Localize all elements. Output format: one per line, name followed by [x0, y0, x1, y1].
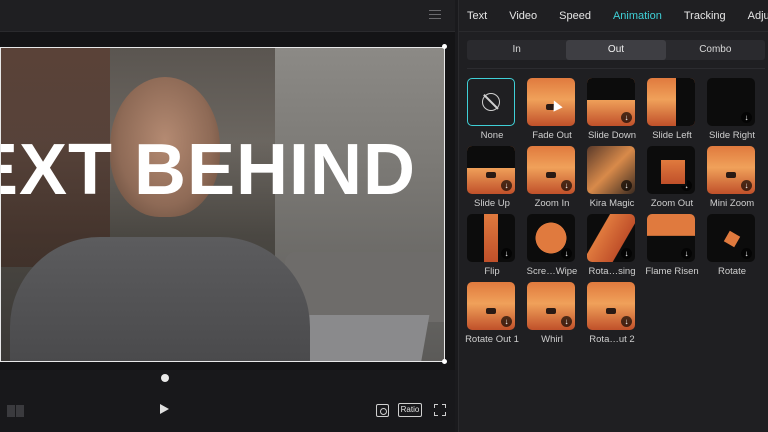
download-icon: ↓ — [681, 248, 692, 259]
player-header — [0, 0, 455, 32]
tab-animation[interactable]: Animation — [613, 10, 662, 22]
animation-flame-risen[interactable]: ↓ Flame Risen — [642, 214, 702, 280]
animation-zoom-out[interactable]: ↓ Zoom Out — [642, 146, 702, 212]
player-controls: Ratio — [0, 370, 455, 432]
tab-speed[interactable]: Speed — [559, 10, 591, 22]
properties-panel: Text Video Speed Animation Tracking Adju… — [458, 0, 768, 432]
animation-thumbnail: ↓ — [707, 78, 755, 126]
animation-thumbnail: ↓ — [527, 214, 575, 262]
property-tabs: Text Video Speed Animation Tracking Adju… — [459, 0, 768, 32]
animation-thumbnail: ↓ — [587, 146, 635, 194]
animation-mini-zoom[interactable]: ↓ Mini Zoom — [702, 146, 762, 212]
video-frame[interactable]: EXT BEHIND — [0, 47, 445, 362]
download-icon: ↓ — [621, 112, 632, 123]
resize-handle-top-right[interactable] — [442, 44, 447, 49]
sofa — [285, 252, 445, 322]
menu-icon[interactable] — [429, 10, 441, 20]
animation-thumbnail: ↓ — [707, 214, 755, 262]
animation-flip[interactable]: ↓ Flip — [462, 214, 522, 280]
animation-thumbnail: ↓ — [647, 214, 695, 262]
animation-fade-out[interactable]: Fade Out — [522, 78, 582, 144]
laptop — [300, 315, 430, 362]
app-window: EXT BEHIND Ratio Text Video Speed Animat… — [0, 0, 768, 432]
tab-text[interactable]: Text — [467, 10, 487, 22]
animation-thumbnail: ↓ — [527, 146, 575, 194]
animation-label: Slide Right — [709, 130, 755, 141]
animation-screen-wipe[interactable]: ↓ Scre…Wipe — [522, 214, 582, 280]
segment-in[interactable]: In — [467, 40, 566, 60]
animation-slide-right[interactable]: ↓ Slide Right — [702, 78, 762, 144]
download-icon: ↓ — [561, 248, 572, 259]
tab-video[interactable]: Video — [509, 10, 537, 22]
animation-thumbnail — [467, 78, 515, 126]
download-icon: ↓ — [741, 112, 752, 123]
animation-thumbnail: ↓ — [467, 214, 515, 262]
download-icon: ↓ — [621, 316, 632, 327]
animation-zoom-in[interactable]: ↓ Zoom In — [522, 146, 582, 212]
video-player: EXT BEHIND Ratio — [0, 0, 455, 432]
download-icon: ↓ — [681, 180, 692, 191]
animation-label: Rota…ut 2 — [589, 334, 635, 345]
download-icon: ↓ — [561, 316, 572, 327]
grid-icon[interactable] — [7, 404, 25, 417]
overlay-text[interactable]: EXT BEHIND — [0, 129, 416, 211]
zoom-fit-icon[interactable] — [376, 404, 389, 417]
download-icon: ↓ — [501, 248, 512, 259]
animation-slide-down[interactable]: ↓ Slide Down — [582, 78, 642, 144]
animation-rotate-out-1[interactable]: ↓ Rotate Out 1 — [462, 282, 522, 348]
download-icon: ↓ — [681, 112, 692, 123]
download-icon: ↓ — [501, 180, 512, 191]
animation-label: Rotate — [718, 266, 746, 277]
animation-type-selector: In Out Combo — [467, 40, 765, 60]
animation-thumbnail: ↓ — [587, 78, 635, 126]
animation-thumbnail: ↓ — [587, 282, 635, 330]
animation-thumbnail: ↓ — [587, 214, 635, 262]
play-button[interactable] — [160, 404, 169, 414]
download-icon: ↓ — [561, 180, 572, 191]
animation-rotate[interactable]: ↓ Rotate — [702, 214, 762, 280]
animation-thumbnail: ↓ — [707, 146, 755, 194]
download-icon: ↓ — [501, 316, 512, 327]
divider — [467, 68, 765, 69]
download-icon: ↓ — [621, 248, 632, 259]
animation-none[interactable]: None — [462, 78, 522, 144]
animation-slide-up[interactable]: ↓ Slide Up — [462, 146, 522, 212]
animation-thumbnail: ↓ — [467, 146, 515, 194]
animation-thumbnail: ↓ — [647, 78, 695, 126]
ratio-button[interactable]: Ratio — [398, 403, 422, 417]
no-animation-icon — [482, 93, 500, 111]
animation-rotate-out-2[interactable]: ↓ Rota…ut 2 — [582, 282, 642, 348]
tab-adjustment[interactable]: Adjustmen — [748, 10, 768, 22]
preview-canvas: EXT BEHIND — [0, 32, 455, 370]
tab-tracking[interactable]: Tracking — [684, 10, 726, 22]
resize-handle-bottom-right[interactable] — [442, 359, 447, 364]
fullscreen-icon[interactable] — [434, 404, 446, 416]
download-icon: ↓ — [741, 248, 752, 259]
animation-kira-magic[interactable]: ↓ Kira Magic — [582, 146, 642, 212]
segment-combo[interactable]: Combo — [666, 40, 765, 60]
segment-out[interactable]: Out — [566, 40, 666, 60]
animation-label: Mini Zoom — [709, 198, 755, 209]
playhead-handle[interactable] — [161, 374, 169, 382]
person-body — [10, 237, 310, 362]
download-icon: ↓ — [621, 180, 632, 191]
animation-slide-left[interactable]: ↓ Slide Left — [642, 78, 702, 144]
animation-rotate-rising[interactable]: ↓ Rota…sing — [582, 214, 642, 280]
download-icon: ↓ — [741, 180, 752, 191]
animation-thumbnail: ↓ — [647, 146, 695, 194]
animation-thumbnail: ↓ — [527, 282, 575, 330]
animation-whirl[interactable]: ↓ Whirl — [522, 282, 582, 348]
animation-thumbnail: ↓ — [467, 282, 515, 330]
